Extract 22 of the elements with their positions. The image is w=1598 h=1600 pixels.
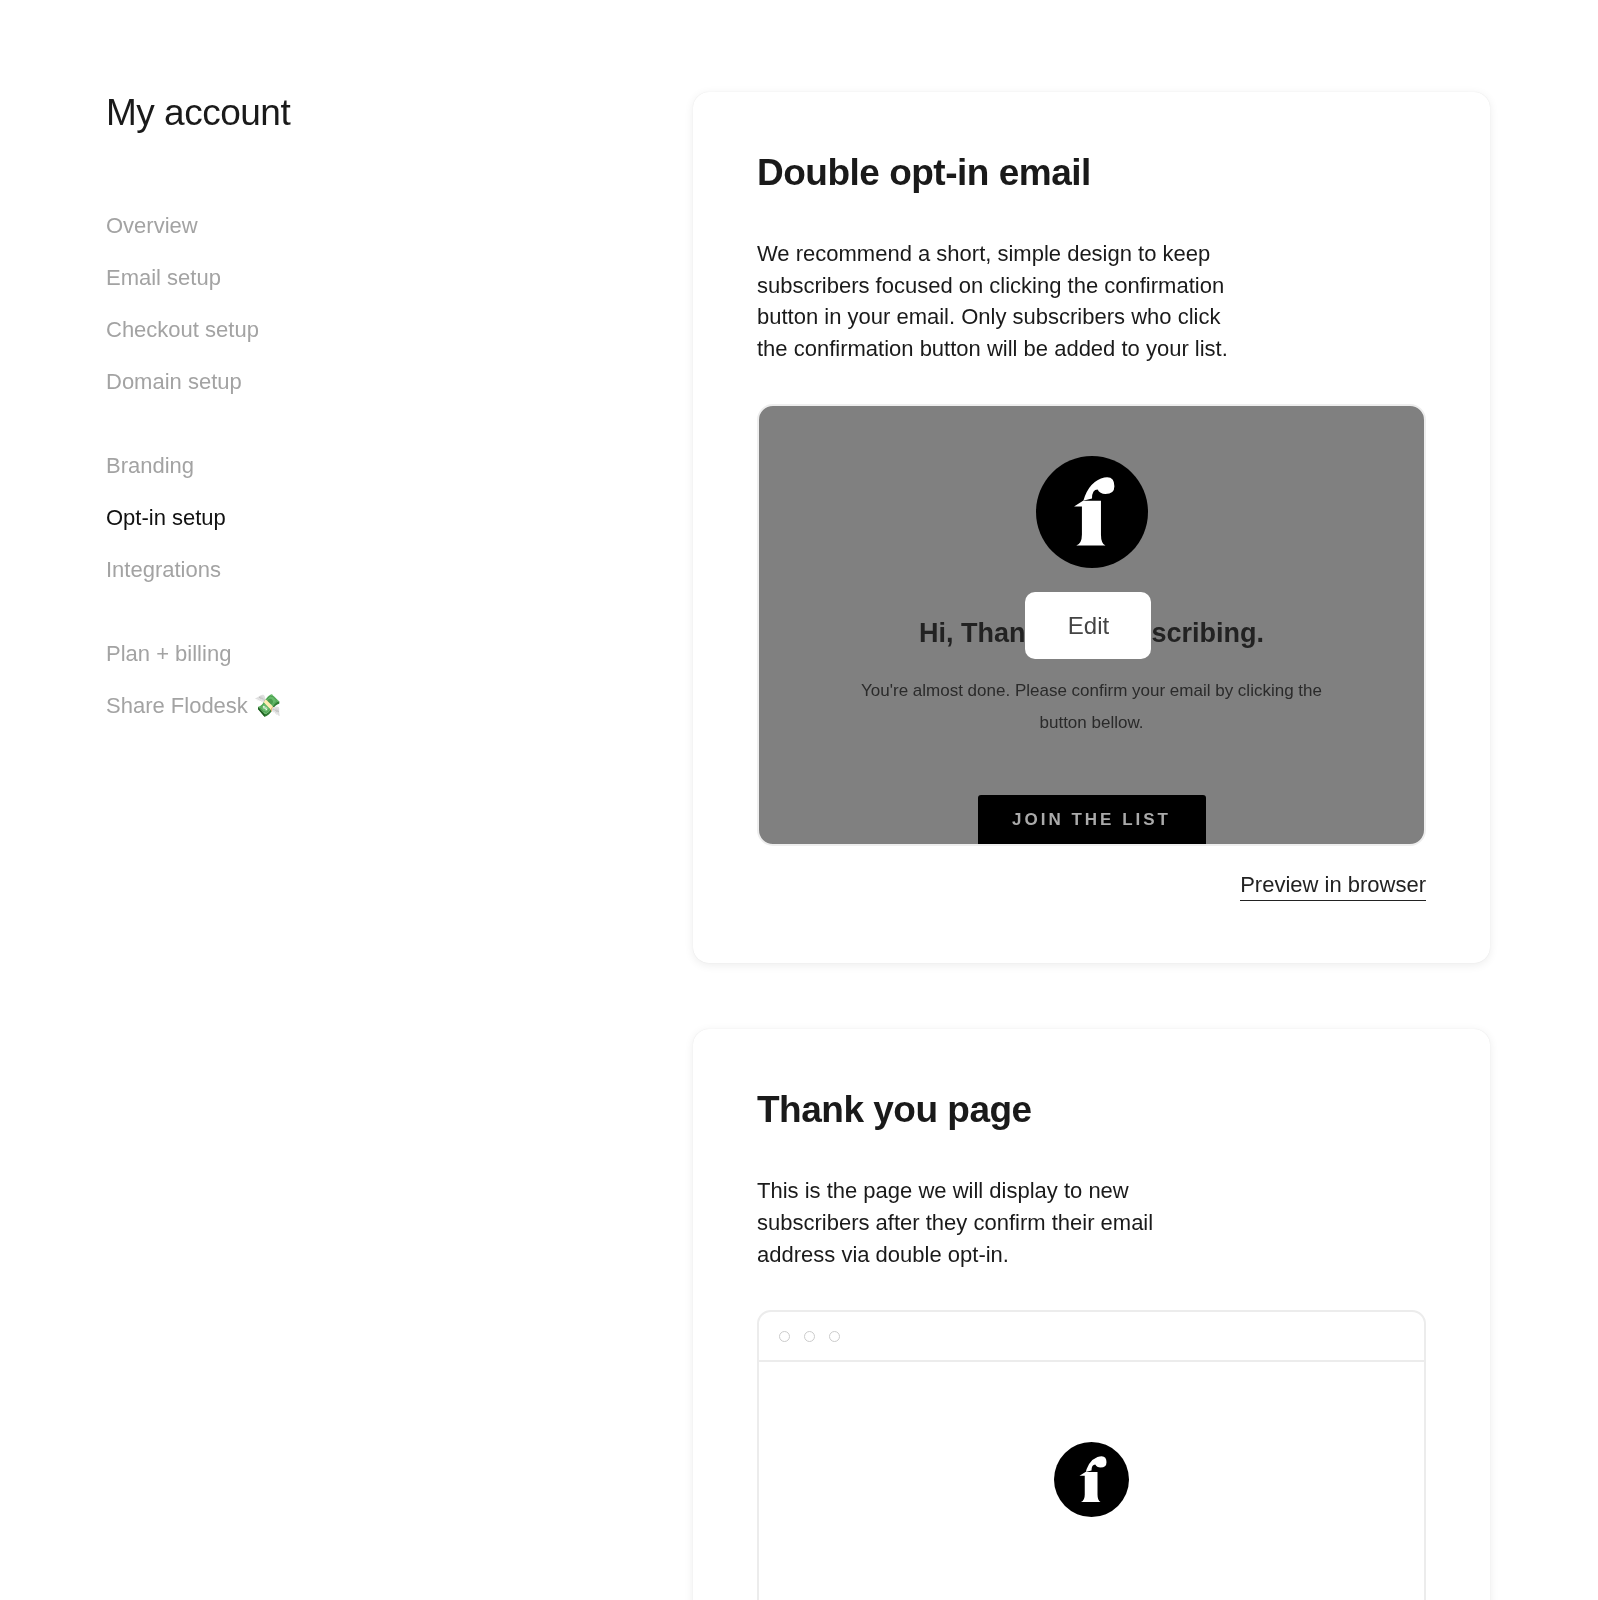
- page-title: My account: [106, 92, 292, 134]
- sidebar-item[interactable]: Opt-in setup: [106, 504, 226, 532]
- sidebar-item[interactable]: Plan + billing: [106, 640, 232, 668]
- card-title: Double opt-in email: [757, 152, 1092, 194]
- sidebar-item[interactable]: Domain setup: [106, 368, 242, 396]
- card-title: Thank you page: [757, 1089, 1033, 1132]
- logo-icon: [1054, 1442, 1129, 1518]
- sidebar-item[interactable]: Share Flodesk 💸: [106, 692, 281, 720]
- logo-icon: [1035, 456, 1148, 569]
- sidebar-item[interactable]: Checkout setup: [106, 316, 259, 344]
- sidebar-item[interactable]: Integrations: [106, 556, 221, 584]
- join-list-button[interactable]: JOIN THE LIST: [977, 795, 1206, 845]
- email-body-text: You're almost done. Please confirm your email by clicking the button bellow.: [860, 680, 1323, 735]
- email-headline: Hi, Than: [919, 617, 1026, 650]
- card-description: This is the page we will display to new subscribers after they confirm their email address via double opt-in.: [757, 1177, 1155, 1269]
- card-description: We recommend a short, simple design to keep subscribers focused on clicking the confirmation button in your email. Only subscribers who click the confirmation button will be added to your list.: [757, 240, 1229, 363]
- sidebar-item[interactable]: Branding: [106, 452, 195, 480]
- edit-button[interactable]: Edit: [1025, 592, 1152, 660]
- preview-link[interactable]: Preview in browser: [1240, 872, 1426, 902]
- sidebar-item[interactable]: Overview: [106, 212, 198, 240]
- sidebar-item[interactable]: Email setup: [106, 264, 221, 292]
- email-headline: scribing.: [1151, 617, 1264, 650]
